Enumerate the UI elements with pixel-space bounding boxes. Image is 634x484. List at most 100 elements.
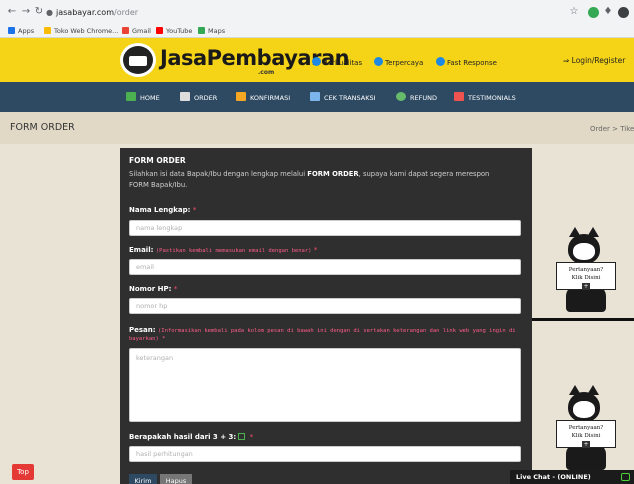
label-text: Berapakah hasil dari 3 + 3: — [129, 433, 237, 441]
email-input[interactable] — [129, 259, 521, 275]
back-to-top-button[interactable]: Top — [12, 464, 34, 480]
submit-button[interactable]: Kirim — [129, 474, 157, 484]
captcha-input[interactable] — [129, 446, 521, 462]
bookmark-gmail[interactable]: Gmail — [122, 26, 151, 36]
help-sign[interactable]: Pertanyaan? Klik Disini + — [556, 420, 616, 448]
cat-mascot-icon — [568, 385, 600, 422]
bookmark-label: YouTube — [166, 27, 193, 35]
menu-label: REFUND — [410, 94, 437, 102]
required-mark: * — [249, 433, 254, 441]
check-icon — [312, 57, 321, 66]
badge-quality: Berkualitas — [312, 57, 362, 68]
badge-fast: Fast Response — [436, 57, 497, 68]
label-text: Pesan: — [129, 326, 156, 334]
bookmark-apps[interactable]: Apps — [8, 26, 34, 36]
back-icon[interactable]: ← — [6, 6, 18, 18]
menu-label: CEK TRANSAKSI — [324, 94, 376, 102]
plus-icon: + — [582, 283, 590, 290]
sign-line: Pertanyaan? — [568, 425, 604, 431]
sign-line: Pertanyaan? — [568, 267, 604, 273]
chat-icon[interactable] — [621, 473, 630, 481]
title-bar — [0, 112, 634, 144]
desc-bold: FORM ORDER — [307, 170, 359, 178]
required-mark: * — [313, 246, 318, 254]
bookmark-webstore[interactable]: Toko Web Chrome... — [44, 26, 118, 36]
rail-divider — [532, 318, 634, 321]
message-note-cont: bayarkan) * — [129, 335, 509, 344]
home-icon — [126, 92, 136, 101]
browser-nav-row: ← → ↻ ● jasabayar.com/order ☆ ♦ — [0, 3, 634, 23]
phone-input[interactable] — [129, 298, 521, 314]
testimonial-icon — [454, 92, 464, 101]
browser-chrome: ← → ↻ ● jasabayar.com/order ☆ ♦ Apps Tok… — [0, 0, 634, 38]
menu-item-cek-transaksi[interactable]: CEK TRANSAKSI — [310, 92, 376, 103]
check-icon — [436, 57, 445, 66]
puzzle-icon[interactable]: ♦ — [602, 6, 614, 18]
menu-item-home[interactable]: HOME — [126, 92, 160, 103]
menu-label: KONFIRMASI — [250, 94, 291, 102]
menu-item-testimonials[interactable]: TESTIMONIALS — [454, 92, 516, 103]
sign-line: Klik Disini — [571, 433, 601, 439]
forward-icon[interactable]: → — [20, 6, 32, 18]
message-note: (Informasikan kembali pada kolom pesan d… — [158, 328, 516, 334]
profile-avatar[interactable] — [618, 7, 629, 18]
menu-item-refund[interactable]: REFUND — [396, 92, 437, 103]
menu-item-konfirmasi[interactable]: KONFIRMASI — [236, 92, 290, 103]
login-register-link[interactable]: ⇒ Login/Register — [563, 56, 625, 66]
label-text: Nomor HP: — [129, 285, 172, 293]
sign-line: Klik Disini — [571, 275, 601, 281]
receipt-icon — [310, 92, 320, 101]
phone-label: Nomor HP: * — [129, 284, 177, 294]
required-mark: * — [192, 206, 197, 214]
badge-label: Terpercaya — [385, 59, 424, 67]
captcha-label: Berapakah hasil dari 3 + 3: * — [129, 432, 253, 442]
page-title: FORM ORDER — [10, 122, 75, 133]
name-input[interactable] — [129, 220, 521, 236]
plus-icon: + — [582, 441, 590, 448]
reset-button[interactable]: Hapus — [160, 474, 192, 484]
label-text: Email: — [129, 246, 154, 254]
bookmark-youtube[interactable]: YouTube — [156, 26, 192, 36]
cat-mascot-icon — [568, 227, 600, 264]
live-chat-bar[interactable]: Live Chat - (ONLINE) — [510, 470, 634, 484]
required-mark: * — [162, 336, 166, 342]
desc-text: Silahkan isi data Bapak/Ibu dengan lengk… — [129, 170, 308, 178]
confirm-icon — [236, 92, 246, 101]
bookmark-label: Gmail — [132, 27, 151, 35]
message-note-tail: bayarkan) — [129, 336, 159, 342]
required-mark: * — [173, 285, 178, 293]
bookmark-label: Toko Web Chrome... — [54, 27, 119, 35]
badge-label: Fast Response — [447, 59, 497, 67]
badge-label: Berkualitas — [323, 59, 363, 67]
captcha-box-icon — [238, 433, 246, 440]
form-description: Silahkan isi data Bapak/Ibu dengan lengk… — [129, 169, 509, 191]
email-label: Email: (Pastikan kembali memasukan email… — [129, 245, 317, 256]
extension-icon[interactable] — [588, 7, 599, 18]
label-text: Nama Lengkap: — [129, 206, 191, 214]
menu-label: HOME — [140, 94, 160, 102]
login-label: Login/Register — [571, 56, 626, 65]
breadcrumb[interactable]: Order > Tiket — [590, 124, 634, 134]
logo-suffix: .com — [258, 69, 275, 76]
form-heading: FORM ORDER — [129, 156, 186, 165]
url-path: /order — [114, 8, 139, 17]
badge-trusted: Terpercaya — [374, 57, 423, 68]
help-widget-upper[interactable]: Pertanyaan? Klik Disini + — [556, 227, 626, 320]
reload-icon[interactable]: ↻ — [33, 6, 45, 18]
email-note: (Pastikan kembali memasukan email dengan… — [155, 248, 312, 254]
bookmarks-bar: Apps Toko Web Chrome... Gmail YouTube Ma… — [0, 25, 634, 37]
refund-icon — [396, 92, 406, 101]
star-icon[interactable]: ☆ — [568, 6, 580, 18]
bookmark-label: Maps — [208, 27, 226, 35]
bookmark-maps[interactable]: Maps — [198, 26, 225, 36]
lock-icon[interactable]: ● — [46, 7, 54, 19]
help-sign[interactable]: Pertanyaan? Klik Disini + — [556, 262, 616, 290]
help-widget-lower[interactable]: Pertanyaan? Klik Disini + — [556, 385, 626, 478]
menu-item-order[interactable]: ORDER — [180, 92, 217, 103]
menu-label: ORDER — [194, 94, 218, 102]
name-label: Nama Lengkap: * — [129, 205, 196, 215]
message-textarea[interactable] — [129, 348, 521, 422]
logo-icon[interactable] — [120, 43, 156, 77]
address-bar[interactable]: jasabayar.com/order — [56, 7, 138, 19]
url-host: jasabayar.com — [56, 8, 114, 17]
